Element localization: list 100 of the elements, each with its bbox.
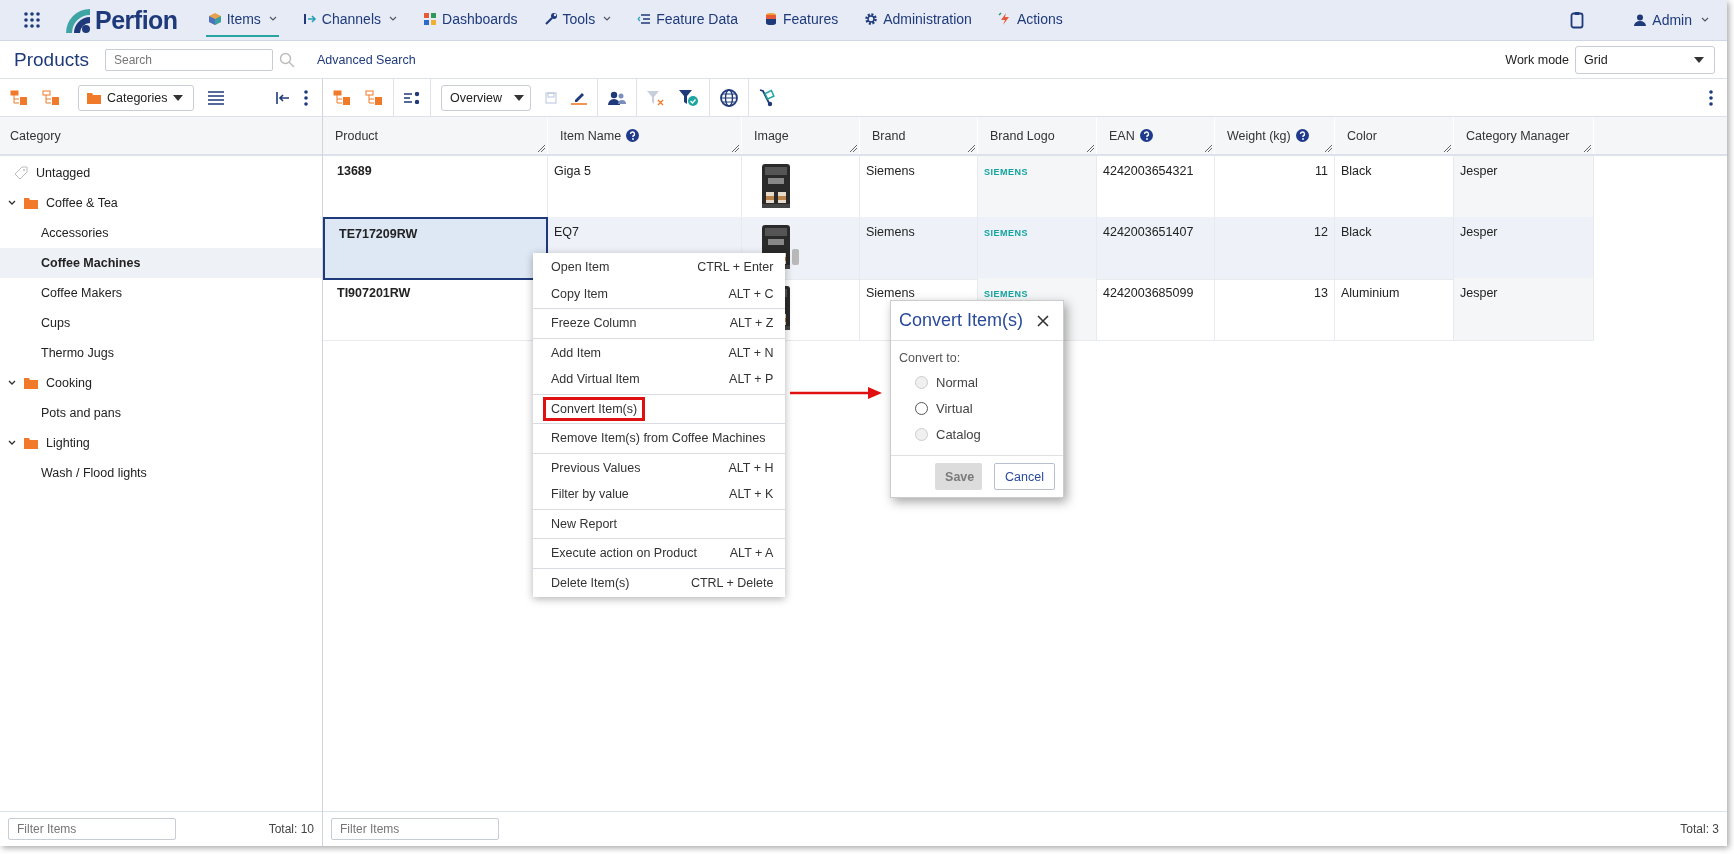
table-cell: TI907201RW (337, 286, 411, 300)
clipboard-icon[interactable] (1570, 11, 1585, 29)
tree-item[interactable]: Lighting (46, 436, 90, 450)
collapse-tree-icon[interactable] (42, 89, 60, 106)
menu-item[interactable]: Execute action on Product (543, 541, 705, 566)
tree-item[interactable]: Accessories (41, 226, 109, 240)
nav-menu-item[interactable]: Administration (862, 3, 974, 37)
view-dropdown[interactable]: Overview (441, 84, 531, 111)
app-grid-icon[interactable] (24, 12, 40, 28)
tree-item[interactable]: Untagged (36, 166, 91, 180)
columns-icon[interactable] (404, 91, 420, 104)
selected-cell[interactable]: TE717209RW (323, 217, 548, 280)
column-header[interactable]: EAN (1109, 128, 1135, 143)
brand-logo: SIEMENS (984, 289, 1028, 299)
tree-item[interactable]: Pots and pans (41, 406, 121, 420)
expand-tree-icon[interactable] (10, 89, 28, 106)
shortcut-label: ALT + N (728, 345, 774, 360)
resize-handle-icon[interactable] (1583, 144, 1591, 152)
folder-icon (24, 197, 38, 209)
table-cell: Jesper (1460, 225, 1498, 239)
menu-item[interactable]: Convert Item(s) (543, 396, 646, 421)
resize-handle-icon[interactable] (537, 144, 545, 152)
resize-handle-icon[interactable] (1443, 144, 1451, 152)
user-menu[interactable]: Admin (1634, 12, 1709, 28)
menu-item[interactable]: Previous Values (543, 455, 649, 480)
menu-item[interactable]: New Report (543, 511, 625, 536)
nav-menu-item[interactable]: Dashboards (421, 3, 520, 37)
close-icon[interactable] (1037, 314, 1049, 327)
bolt-icon (997, 12, 1012, 26)
total-count: Total: 10 (268, 822, 314, 836)
resize-handle-icon[interactable] (731, 144, 739, 152)
cancel-button[interactable]: Cancel (994, 463, 1055, 490)
chevron-down-icon[interactable] (8, 199, 16, 207)
resize-handle-icon[interactable] (849, 144, 857, 152)
filter-clear-icon[interactable] (647, 89, 665, 106)
arrow-icon (790, 387, 882, 399)
work-mode-dropdown[interactable]: Grid (1575, 45, 1715, 74)
edit-icon[interactable] (571, 90, 587, 105)
tree-item[interactable]: Thermo Jugs (41, 346, 114, 360)
resize-handle-icon[interactable] (1086, 144, 1094, 152)
help-icon[interactable] (1295, 129, 1309, 142)
search-field[interactable]: Search (105, 48, 273, 71)
menu-item[interactable]: Add Item (543, 340, 610, 365)
nav-menu-item[interactable]: Channels (300, 3, 399, 37)
table-cell: 4242003654321 (1103, 164, 1194, 178)
advanced-search-link[interactable]: Advanced Search (317, 52, 416, 67)
expand-tree-icon[interactable] (333, 89, 351, 106)
categories-dropdown[interactable]: Categories (78, 84, 194, 111)
caret-icon (514, 94, 524, 101)
list-view-icon[interactable] (208, 90, 224, 105)
nav-menu-item[interactable]: Feature Data (635, 3, 740, 37)
tree-item[interactable]: Cups (41, 316, 71, 330)
resize-handle-icon[interactable] (967, 144, 975, 152)
more-icon[interactable] (304, 89, 308, 106)
tree-item[interactable]: Coffee Makers (41, 286, 123, 300)
nav-menu-item[interactable]: Items (205, 3, 279, 37)
nav-menu-item[interactable]: Features (761, 3, 841, 37)
user-icon (1634, 14, 1647, 26)
table-cell: Jesper (1460, 286, 1498, 300)
column-header[interactable]: Weight (kg) (1227, 128, 1291, 143)
menu-item[interactable]: Filter by value (543, 482, 637, 507)
help-icon[interactable] (626, 129, 640, 142)
column-header[interactable]: Brand Logo (990, 128, 1055, 143)
globe-icon[interactable] (720, 88, 738, 107)
chevron-down-icon[interactable] (8, 439, 16, 447)
menu-item[interactable]: Add Virtual Item (543, 367, 648, 392)
more-icon[interactable] (1709, 89, 1713, 106)
tree-item[interactable]: Coffee Machines (41, 256, 141, 270)
chevron-down-icon[interactable] (8, 379, 16, 387)
menu-item[interactable]: Copy Item (543, 281, 616, 306)
shortcut-label: ALT + K (729, 487, 774, 502)
filter-check-icon[interactable] (679, 88, 699, 107)
hand-truck-icon[interactable] (759, 88, 777, 107)
menu-item[interactable]: Delete Item(s) (543, 570, 638, 595)
column-header[interactable]: Product (335, 128, 379, 143)
column-header[interactable]: Image (754, 128, 789, 143)
collapse-panel-icon[interactable] (276, 90, 290, 105)
dashboard-icon (423, 12, 437, 26)
menu-item[interactable]: Freeze Column (543, 311, 645, 336)
column-header[interactable]: Brand (872, 128, 906, 143)
table-cell: Giga 5 (554, 164, 591, 178)
column-header[interactable]: Item Name (560, 128, 622, 143)
filter-field[interactable]: Filter Items (331, 818, 499, 840)
wrench-icon (543, 12, 558, 26)
menu-item[interactable]: Remove Item(s) from Coffee Machines (543, 426, 774, 451)
collapse-tree-icon[interactable] (365, 89, 383, 106)
tree-item[interactable]: Wash / Flood lights (41, 466, 147, 480)
help-icon[interactable] (1139, 129, 1153, 142)
filter-field[interactable]: Filter Items (8, 818, 176, 840)
column-header[interactable]: Color (1347, 128, 1377, 143)
tree-item[interactable]: Coffee & Tea (46, 196, 118, 210)
nav-menu-item[interactable]: Actions (995, 3, 1065, 37)
tree-item[interactable]: Cooking (46, 376, 92, 390)
users-icon[interactable] (608, 90, 626, 105)
resize-handle-icon[interactable] (1324, 144, 1332, 152)
column-header[interactable]: Category (10, 128, 61, 143)
resize-handle-icon[interactable] (1204, 144, 1212, 152)
column-header[interactable]: Category Manager (1466, 128, 1570, 143)
nav-menu-item[interactable]: Tools (541, 3, 614, 37)
caret-icon (1694, 56, 1704, 63)
